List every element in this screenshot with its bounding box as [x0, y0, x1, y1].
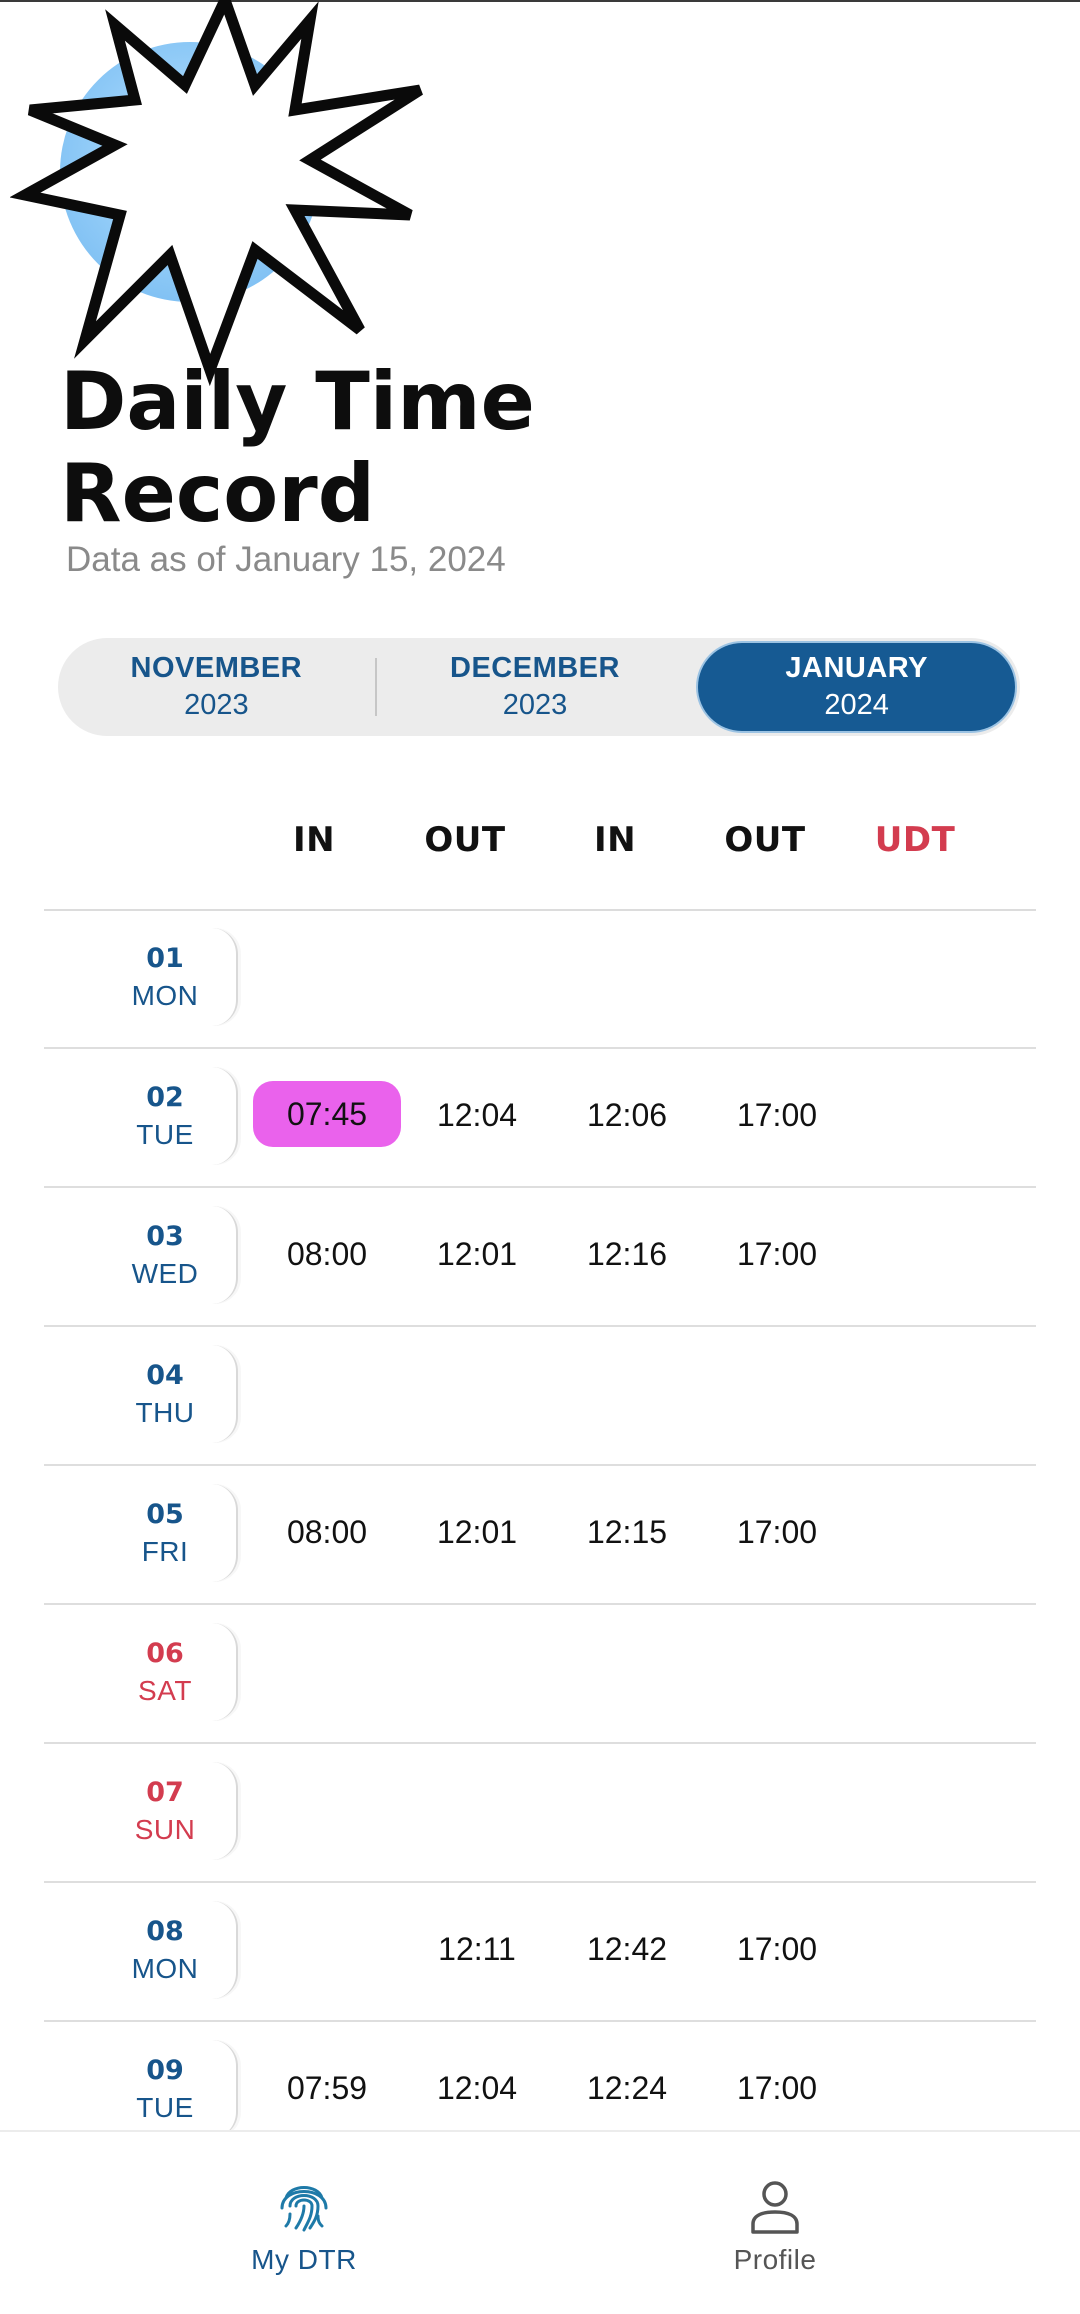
day-badge[interactable]: 08 MON [94, 1901, 238, 1999]
time-cell: 08:00 [286, 1514, 368, 1550]
data-as-of-text: Data as of January 15, 2024 [66, 540, 506, 579]
day-of-week: THU [135, 1396, 195, 1428]
time-cell: 12:01 [436, 1514, 518, 1550]
day-badge[interactable]: 04 THU [94, 1345, 238, 1443]
user-name [320, 100, 790, 160]
month-selector: NOVEMBER 2023 DECEMBER 2023 JANUARY 2024 [58, 638, 1020, 736]
person-icon [751, 2181, 799, 2234]
time-cell: 12:16 [586, 1236, 668, 1272]
day-of-week: WED [131, 1257, 199, 1289]
year-label: 2023 [184, 689, 249, 721]
day-of-week: MON [131, 979, 199, 1011]
nav-my-dtr-label: My DTR [251, 2244, 357, 2275]
user-subtitle [320, 180, 500, 260]
bottom-nav: My DTR Profile [0, 2130, 1080, 2314]
day-of-week: SAT [138, 1674, 192, 1706]
day-of-week: FRI [141, 1535, 189, 1567]
day-number: 02 [146, 1081, 184, 1113]
month-label: NOVEMBER [130, 652, 303, 684]
time-cell: 17:00 [736, 1097, 818, 1133]
time-cell: 12:15 [586, 1514, 668, 1550]
time-cell: 12:04 [436, 1097, 518, 1133]
table-row: 07 SUN [44, 1744, 1036, 1883]
time-cell: 12:11 [438, 1931, 516, 1967]
day-number: 05 [146, 1498, 184, 1530]
page-title: Daily Time Record [60, 356, 760, 540]
column-header-in-1: IN [292, 820, 336, 860]
day-badge[interactable]: 07 SUN [94, 1762, 238, 1860]
column-header-udt: UDT [874, 820, 956, 860]
time-cell: 08:00 [286, 1236, 368, 1272]
table-row: 01 MON [44, 910, 1036, 1049]
day-number: 09 [146, 2054, 184, 2086]
time-cell-highlighted: 07:45 [253, 1081, 401, 1147]
day-of-week: SUN [134, 1813, 196, 1845]
page-title-line2: Record [60, 447, 375, 540]
month-tab-december-2023[interactable]: DECEMBER 2023 [377, 643, 694, 731]
nav-profile-label: Profile [733, 2244, 817, 2275]
day-badge[interactable]: 01 MON [94, 928, 238, 1026]
day-badge[interactable]: 09 TUE [94, 2040, 238, 2138]
column-header-out-1: OUT [424, 820, 506, 860]
day-badge[interactable]: 05 FRI [94, 1484, 238, 1582]
nav-profile[interactable]: Profile [625, 2132, 925, 2314]
day-of-week: MON [131, 1952, 199, 1984]
month-tab-january-2024[interactable]: JANUARY 2024 [698, 643, 1016, 731]
time-cell: 12:06 [586, 1097, 668, 1133]
fingerprint-icon [280, 2186, 328, 2232]
time-cell: 12:24 [586, 2070, 668, 2106]
time-cell: 17:00 [736, 1236, 818, 1272]
day-badge[interactable]: 06 SAT [94, 1623, 238, 1721]
time-cell: 12:42 [586, 1931, 668, 1967]
day-of-week: TUE [136, 2091, 194, 2123]
column-header-out-2: OUT [724, 820, 806, 860]
day-number: 03 [146, 1220, 184, 1252]
table-row: 06 SAT [44, 1605, 1036, 1744]
table-row: 03 WED 08:00 12:01 12:16 17:00 [44, 1188, 1036, 1327]
time-cell: 17:00 [736, 1931, 818, 1967]
day-number: 08 [146, 1915, 184, 1947]
month-tab-november-2023[interactable]: NOVEMBER 2023 [58, 643, 375, 731]
day-of-week: TUE [136, 1118, 194, 1150]
time-cell: 17:00 [736, 2070, 818, 2106]
time-cell: 12:04 [436, 2070, 518, 2106]
table-row: 08 MON 12:11 12:42 17:00 [44, 1883, 1036, 2022]
day-number: 06 [146, 1637, 184, 1669]
day-number: 04 [146, 1359, 184, 1391]
year-label: 2023 [502, 689, 568, 721]
table-row: 04 THU [44, 1327, 1036, 1466]
day-badge[interactable]: 02 TUE [94, 1067, 238, 1165]
month-label: DECEMBER [450, 652, 620, 684]
table-row: 02 TUE 07:45 12:04 12:06 17:00 [44, 1049, 1036, 1188]
time-cell: 07:59 [286, 2070, 368, 2106]
time-cell: 17:00 [736, 1514, 818, 1550]
column-header-in-2: IN [593, 820, 637, 860]
table-row: 05 FRI 08:00 12:01 12:15 17:00 [44, 1466, 1036, 1605]
month-label: JANUARY [785, 652, 928, 684]
day-badge[interactable]: 03 WED [94, 1206, 238, 1304]
day-number: 01 [146, 942, 184, 974]
year-label: 2024 [824, 689, 889, 721]
dtr-table: 01 MON 02 TUE 07:45 12:04 12:06 17:00 03 WED 08:00… [44, 910, 1036, 2161]
page-title-line1: Daily Time [60, 355, 535, 448]
time-cell: 12:01 [436, 1236, 518, 1272]
nav-my-dtr[interactable]: My DTR [154, 2132, 454, 2314]
day-number: 07 [146, 1776, 184, 1808]
